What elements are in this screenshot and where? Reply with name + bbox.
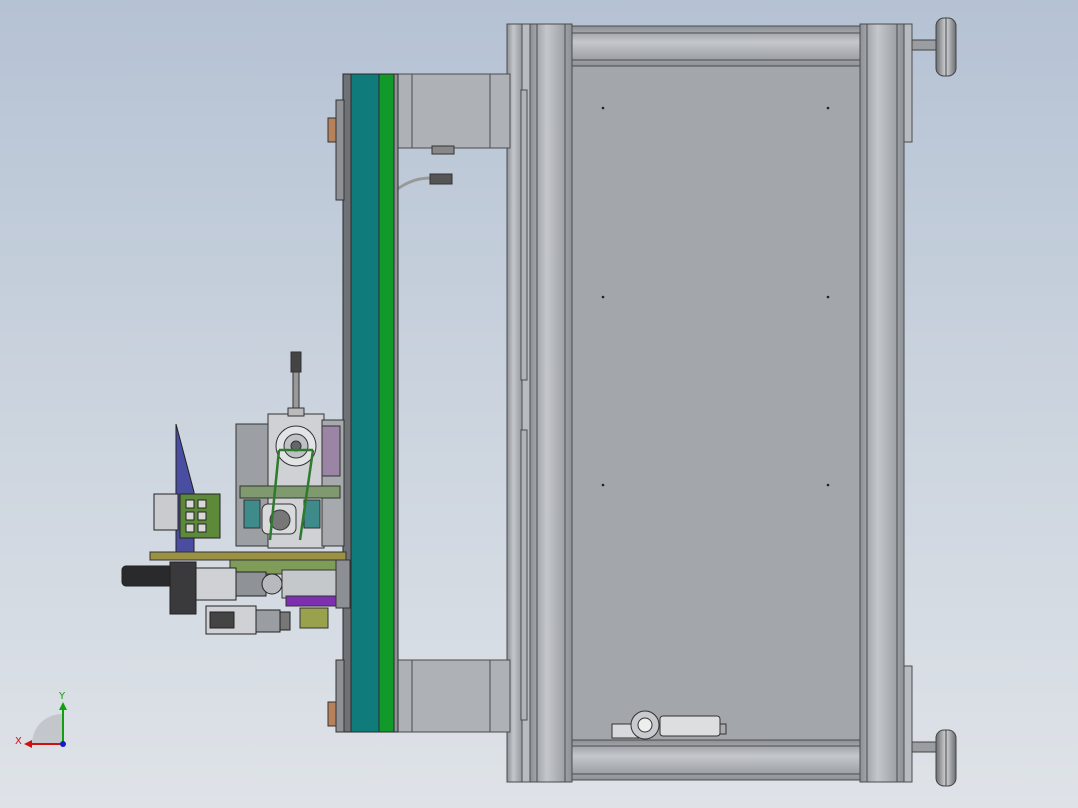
pneumatic-fitting[interactable] (287, 351, 305, 417)
gear-module[interactable] (235, 413, 345, 549)
leveling-foot-top[interactable] (911, 17, 957, 77)
view-triad[interactable]: Y X (15, 691, 67, 748)
frame-right-rail-top (903, 23, 913, 143)
plate-end-blocks (327, 99, 345, 733)
triad-z-axis (60, 741, 66, 747)
lower-bracket[interactable] (395, 659, 511, 733)
shaft-coupling (281, 559, 351, 629)
green-plate (378, 73, 395, 733)
triad-y-label: Y (58, 691, 66, 702)
frame-right-rail-bottom (903, 665, 913, 783)
main-frame[interactable] (506, 23, 913, 783)
frame-back-panel (571, 65, 861, 743)
cad-viewport[interactable]: Y X (0, 0, 1078, 808)
servo-motor-lower[interactable] (205, 605, 291, 635)
leveling-foot-bottom[interactable] (911, 729, 957, 787)
mounting-plate[interactable] (342, 73, 399, 733)
control-pcb[interactable] (153, 493, 221, 539)
frame-left-column (529, 23, 573, 783)
upper-bracket[interactable] (395, 73, 511, 149)
triad-x-label: X (15, 736, 22, 747)
teal-plate (350, 73, 380, 733)
assembly-drawing[interactable]: Y X (0, 0, 1078, 808)
sensor-cable (395, 145, 455, 192)
